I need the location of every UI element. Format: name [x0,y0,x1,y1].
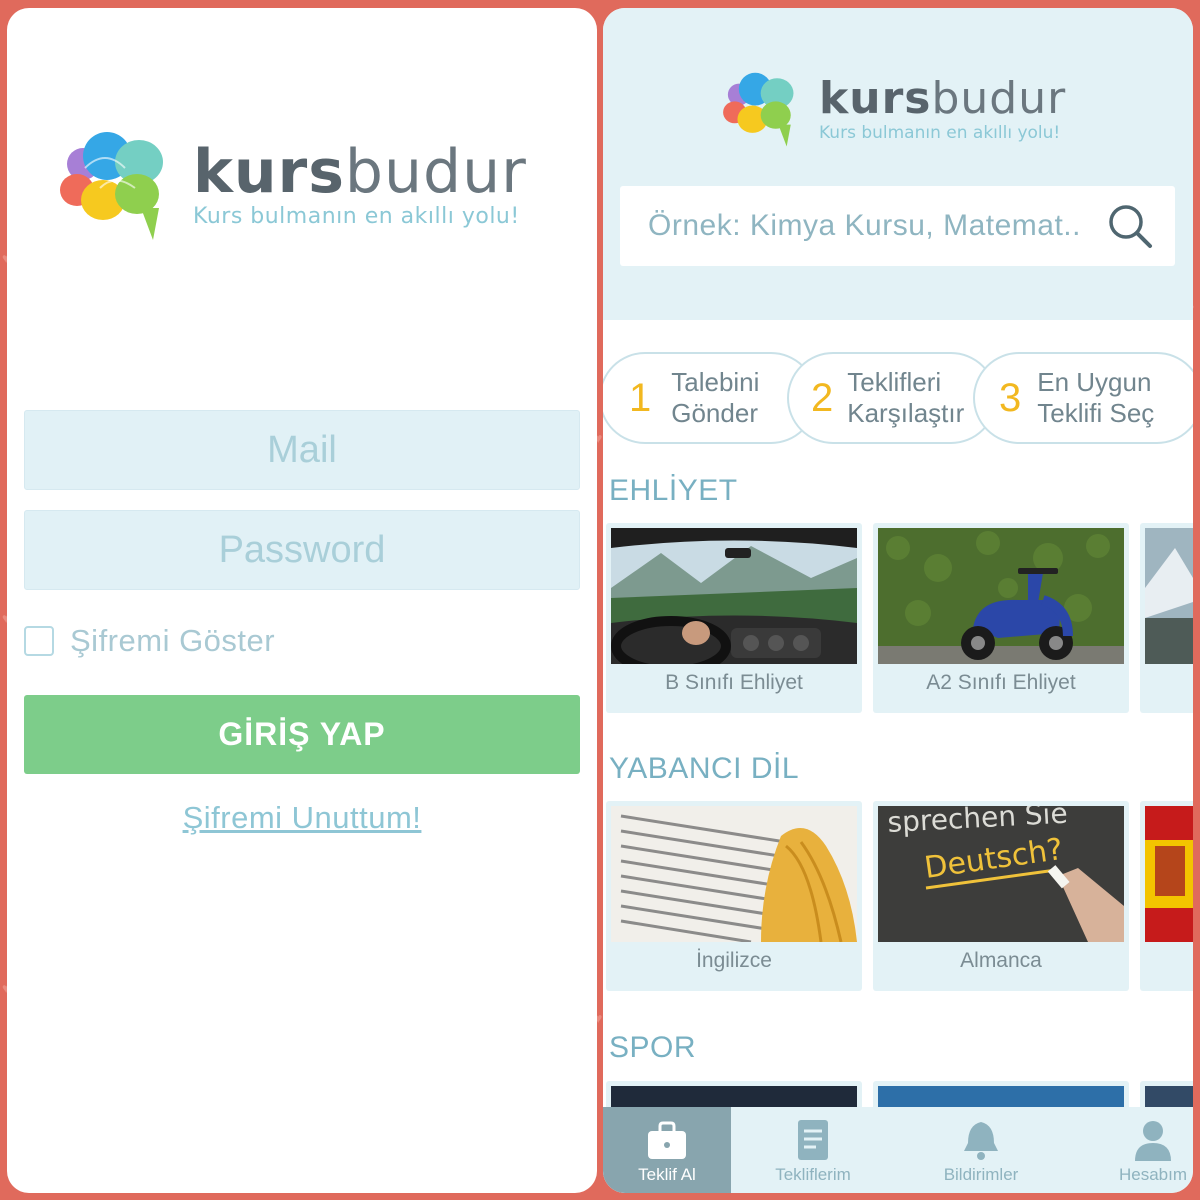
step-label: En Uygun Teklifi Seç [1037,367,1155,428]
scooter-image [878,528,1124,664]
logo-slogan: Kurs bulmanın en akıllı yolu! [193,203,520,229]
course-card[interactable]: sprechen Sie Deutsch? Almanca [873,801,1129,991]
show-password-label: Şifremi Göster [70,623,276,658]
nav-hesabim[interactable]: Hesabım [1103,1107,1193,1193]
bottom-navigation: Teklif Al Tekliflerim Bildirimler Hesabı… [603,1107,1193,1193]
step-label: Teklifleri Karşılaştır [847,367,965,428]
course-card[interactable]: İngilizce [606,801,862,991]
mail-field[interactable] [24,410,580,490]
app-logo: kursbudur Kurs bulmanın en akıllı yolu! [55,128,527,248]
step-3: 3 En Uygun Teklifi Seç [973,352,1193,444]
step-number: 1 [629,375,652,420]
yabanci-dil-card-row[interactable]: İngilizce sprechen Sie Deutsch? Almanca [603,801,1193,991]
ehliyet-card-row[interactable]: B Sınıfı Ehliyet A2 Sınıfı Ehliyet [603,523,1193,713]
briefcase-icon [648,1121,686,1159]
brain-logo-icon [723,72,794,147]
course-card-label: A2 Sınıfı Ehliyet [926,671,1076,694]
password-field[interactable] [24,510,580,590]
search-bar[interactable]: Örnek: Kimya Kursu, Matemat.. [620,186,1175,266]
mountain-image [1145,528,1193,664]
nav-label: Hesabım [1118,1165,1188,1184]
course-card[interactable]: A2 Sınıfı Ehliyet [873,523,1129,713]
login-screen: kursbudur Kurs bulmanın en akıllı yolu! … [7,8,597,1193]
chalkboard-image: sprechen Sie Deutsch? [878,806,1124,942]
step-1: 1 Talebini Gönder [603,352,817,444]
step-number: 2 [811,375,834,420]
forgot-password-link[interactable]: Şifremi Unuttum! [7,800,597,836]
nav-label: Bildirimler [943,1165,1019,1184]
brain-logo-icon [60,132,163,240]
course-card-label: B Sınıfı Ehliyet [665,671,803,694]
how-it-works-steps: 1 Talebini Gönder 2 Teklifleri Karşılaştır… [603,352,1193,444]
user-icon [1135,1121,1171,1161]
nav-tekliflerim[interactable]: Tekliflerim [753,1107,873,1193]
nav-bildirimler[interactable]: Bildirimler [921,1107,1041,1193]
logo-wordmark: kursbudur [819,73,1067,124]
step-number: 3 [999,375,1022,420]
password-input[interactable] [25,511,579,589]
app-logo: kursbudur Kurs bulmanın en akıllı yolu! [715,70,1066,152]
show-password-toggle[interactable]: Şifremi Göster [24,623,275,659]
course-card-partial[interactable] [1140,801,1193,991]
section-title-yabanci-dil: YABANCI DİL [609,752,799,785]
section-title-spor: SPOR [609,1031,697,1064]
section-title-ehliyet: EHLİYET [609,474,738,507]
search-input[interactable]: Örnek: Kimya Kursu, Matemat.. [648,209,1105,243]
course-card[interactable]: B Sınıfı Ehliyet [606,523,862,713]
home-screen: kursbudur Kurs bulmanın en akıllı yolu! … [603,8,1193,1193]
step-2: 2 Teklifleri Karşılaştır [787,352,997,444]
search-icon[interactable] [1105,201,1155,251]
spain-flag-image [1145,806,1193,942]
mail-input[interactable] [25,411,579,489]
logo-slogan: Kurs bulmanın en akıllı yolu! [819,123,1061,143]
course-card-label: Almanca [960,949,1042,972]
course-card-label: İngilizce [696,949,772,972]
dictionary-image [611,806,857,942]
car-interior-image [611,528,857,664]
bell-icon [964,1122,998,1160]
step-label: Talebini Gönder [671,367,760,428]
nav-teklif-al[interactable]: Teklif Al [603,1107,731,1193]
document-icon [798,1120,828,1160]
nav-label: Teklif Al [638,1165,696,1184]
show-password-checkbox[interactable] [24,626,54,656]
home-header: kursbudur Kurs bulmanın en akıllı yolu! … [603,8,1193,320]
login-button[interactable]: GİRİŞ YAP [24,695,580,774]
nav-label: Tekliflerim [775,1165,851,1184]
logo-wordmark: kursbudur [193,136,527,207]
course-card-partial[interactable] [1140,523,1193,713]
